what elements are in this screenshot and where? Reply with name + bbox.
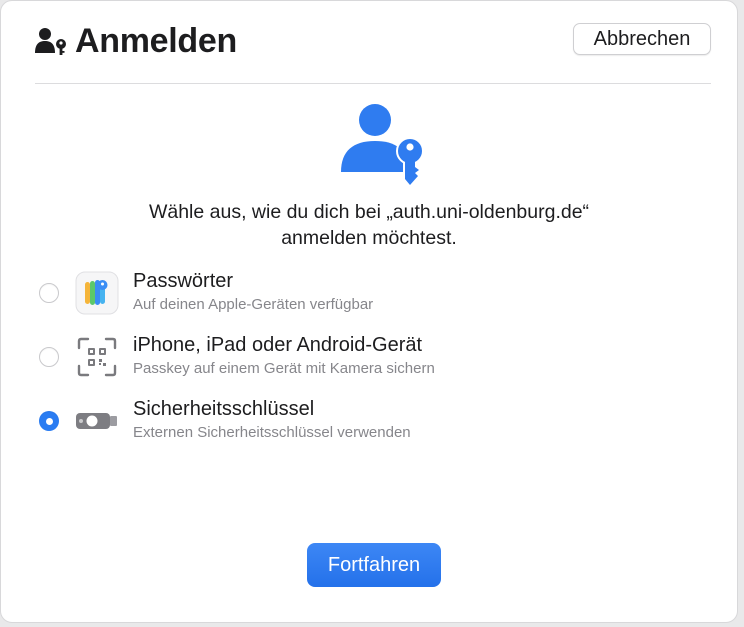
option-subtitle: Passkey auf einem Gerät mit Kamera siche…	[133, 360, 435, 377]
prompt-line-2: anmelden möchtest.	[281, 227, 457, 249]
passwords-app-icon	[75, 271, 119, 315]
dialog-header: Anmelden Abbrechen	[35, 21, 711, 65]
person-key-icon	[35, 28, 66, 55]
dialog-title: Anmelden	[75, 22, 237, 60]
qr-code-scan-icon	[77, 337, 117, 377]
security-key-icon	[76, 413, 117, 429]
radio-passwords[interactable]	[39, 283, 59, 303]
radio-phone-device[interactable]	[39, 347, 59, 367]
prompt-line-1: Wähle aus, wie du dich bei „auth.uni-old…	[148, 201, 590, 223]
sign-in-dialog: Anmelden Abbrechen Wähle aus, wie du dic…	[0, 0, 738, 623]
option-subtitle: Externen Sicherheitsschlüssel verwenden	[133, 424, 411, 441]
option-title: Sicherheitsschlüssel	[133, 398, 315, 420]
option-title: Passwörter	[133, 270, 234, 292]
option-subtitle: Auf deinen Apple-Geräten verfügbar	[133, 296, 374, 313]
option-phone-device[interactable]: iPhone, iPad oder Android-Gerät Passkey …	[37, 333, 697, 389]
continue-button[interactable]: Fortfahren	[307, 543, 441, 587]
option-title: iPhone, iPad oder Android-Gerät	[133, 334, 423, 356]
header-divider	[35, 83, 711, 84]
option-passwords[interactable]: Passwörter Auf deinen Apple-Geräten verf…	[37, 269, 697, 325]
person-key-icon	[341, 104, 424, 185]
radio-security-key[interactable]	[39, 411, 59, 431]
option-security-key[interactable]: Sicherheitsschlüssel Externen Sicherheit…	[37, 397, 697, 453]
prompt-text: Wähle aus, wie du dich bei „auth.uni-old…	[61, 199, 677, 251]
cancel-button[interactable]: Abbrechen	[573, 23, 711, 55]
